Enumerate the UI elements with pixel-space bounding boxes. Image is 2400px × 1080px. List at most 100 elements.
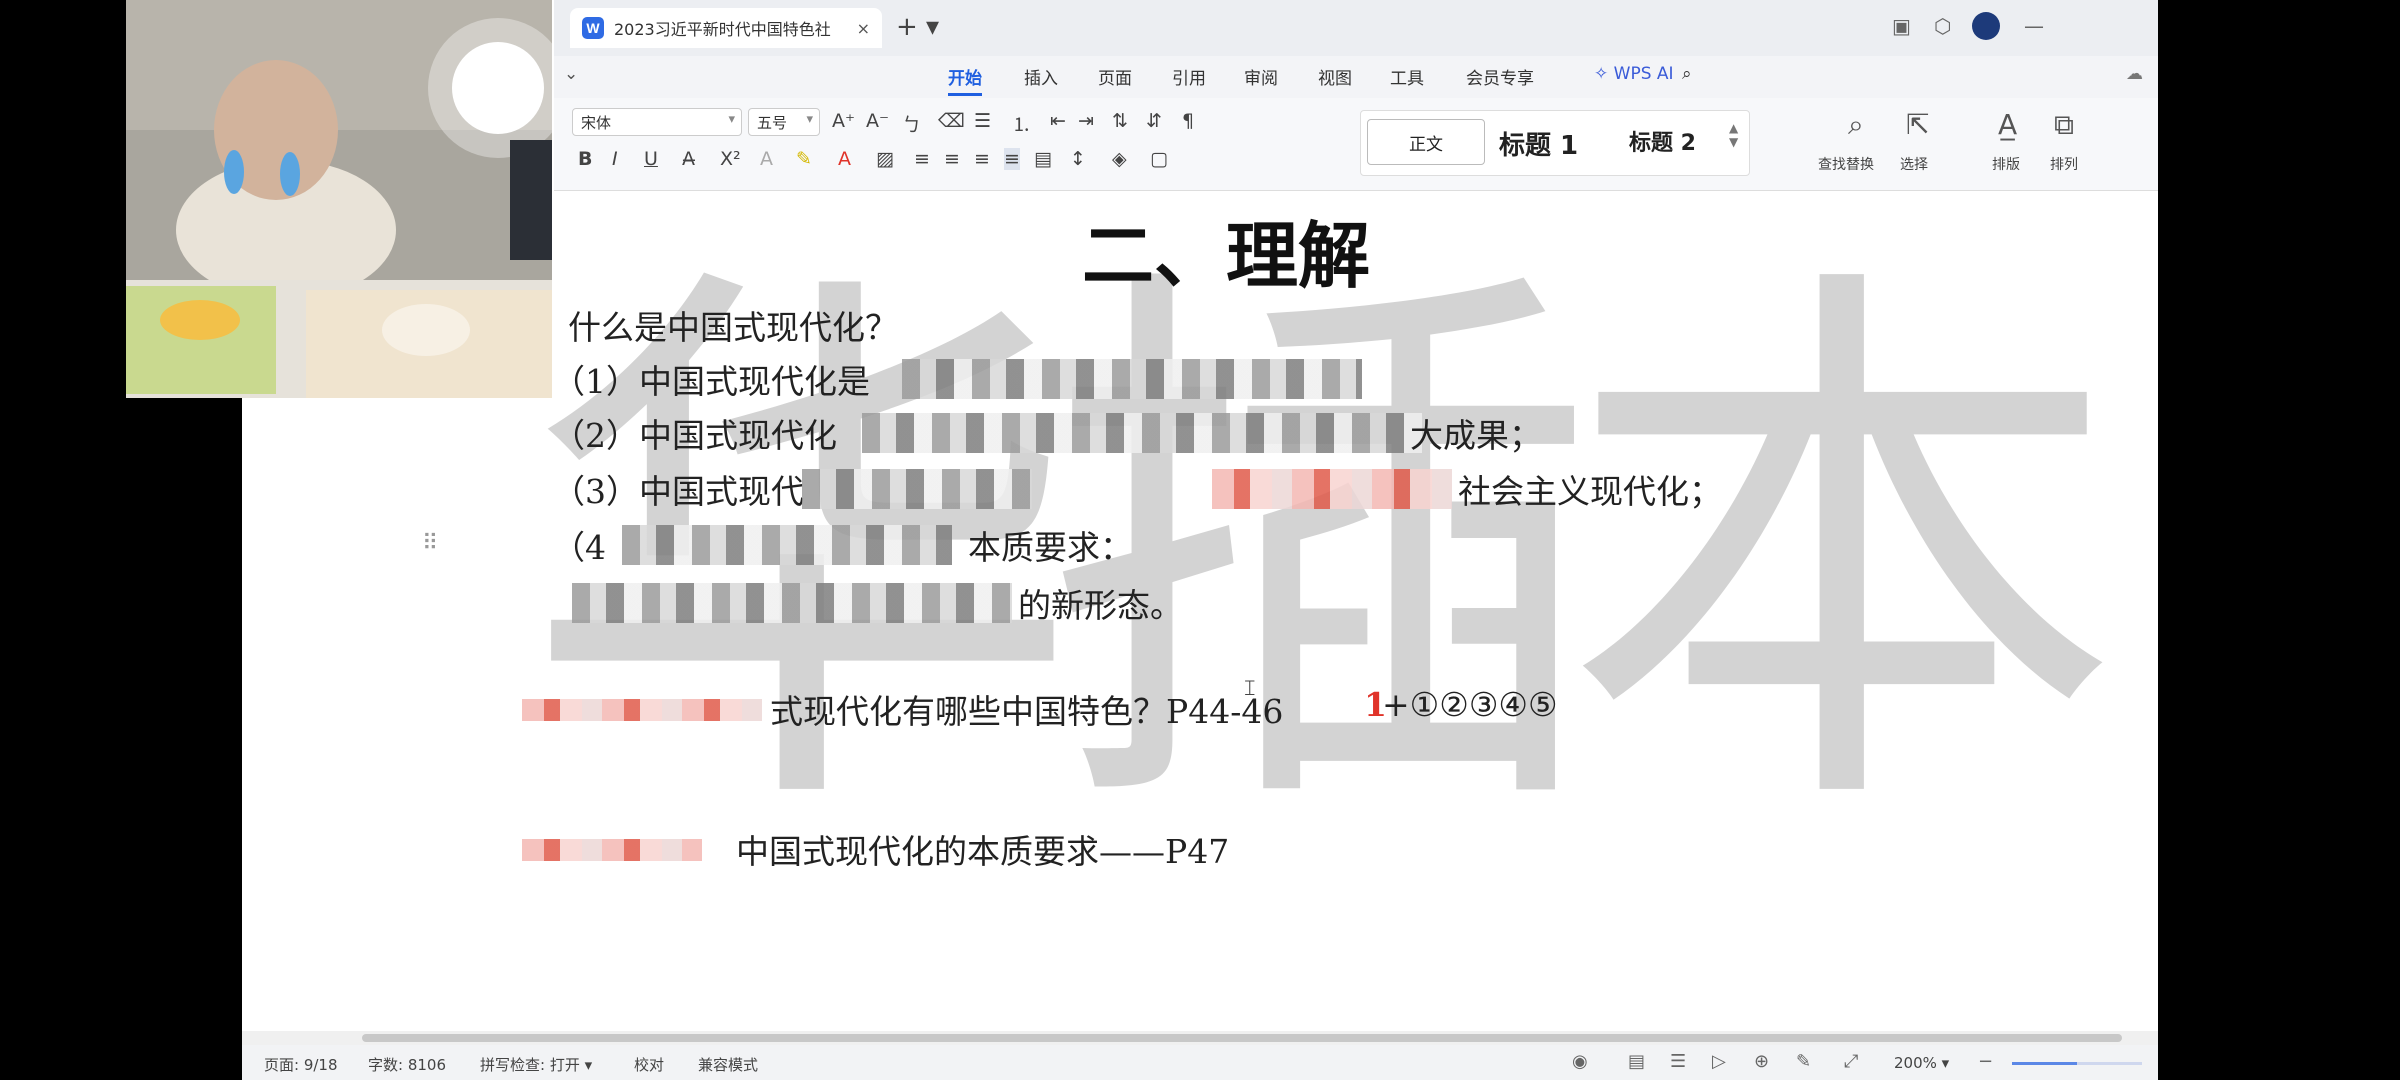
- font-size-select[interactable]: 五号 ▾: [748, 108, 820, 136]
- horizontal-scrollbar[interactable]: [242, 1031, 2158, 1045]
- typeset-button[interactable]: 排版: [1992, 154, 2020, 174]
- circled-numbers: +①②③④⑤: [1382, 685, 1558, 724]
- avatar[interactable]: [1972, 12, 2000, 40]
- menu-item-review[interactable]: 审阅: [1244, 64, 1278, 89]
- redacted-block: [862, 413, 1422, 453]
- page-view-icon[interactable]: ▤: [1628, 1051, 1645, 1072]
- grow-font-icon[interactable]: A⁺: [832, 110, 855, 132]
- justify-icon[interactable]: ≡: [1004, 148, 1020, 170]
- point-3-line: （3）中国式现代: [552, 472, 804, 511]
- text-effect-icon[interactable]: A: [760, 148, 773, 170]
- point-1-line: （1）中国式现代化是: [552, 362, 870, 401]
- document-tab-title: 2023习近平新时代中国特色社: [614, 20, 831, 39]
- zoom-slider-fill: [2012, 1062, 2077, 1065]
- underline-icon[interactable]: U: [644, 148, 658, 170]
- menu-item-wps-ai[interactable]: ✧ WPS AI: [1594, 64, 1674, 84]
- line-spacing-icon[interactable]: ↕: [1070, 148, 1086, 170]
- search-icon[interactable]: ⌕: [1682, 64, 1692, 84]
- redacted-block: [1212, 469, 1452, 509]
- select-cursor-icon[interactable]: ⇱: [1906, 108, 1929, 141]
- new-tab-button[interactable]: + ▾: [896, 12, 939, 42]
- point-2-tail: 大成果；: [1410, 416, 1542, 455]
- ribbon-toolbar: 宋体 ▾ 五号 ▾ A⁺ A⁻ ㄅ ⌫ ☰ ⒈ ⇤ ⇥ ⇅ ⇵ ¶ B I U A̶…: [554, 98, 2158, 191]
- style-normal[interactable]: 正文: [1367, 119, 1485, 165]
- shading-icon[interactable]: ◈: [1112, 148, 1127, 170]
- redacted-block: [522, 839, 702, 861]
- play-icon[interactable]: ▷: [1712, 1051, 1726, 1072]
- point-4-tail: 的新形态。: [1018, 586, 1183, 625]
- menu-item-insert[interactable]: 插入: [1024, 64, 1058, 89]
- bold-icon[interactable]: B: [578, 148, 592, 170]
- menu-item-member[interactable]: 会员专享: [1466, 64, 1534, 89]
- phonetic-icon[interactable]: ㄅ: [902, 110, 921, 137]
- word-count[interactable]: 字数: 8106: [368, 1054, 446, 1075]
- shrink-font-icon[interactable]: A⁻: [866, 110, 889, 132]
- menu-item-tools[interactable]: 工具: [1390, 64, 1424, 89]
- status-bar: 页面: 9/18 字数: 8106 拼写检查: 打开 ▾ 校对 兼容模式 ◉ ▤…: [242, 1045, 2158, 1080]
- text-direction-icon[interactable]: ⇅: [1112, 110, 1128, 132]
- page-indicator[interactable]: 页面: 9/18: [264, 1054, 338, 1075]
- eye-icon[interactable]: ◉: [1572, 1051, 1588, 1072]
- font-color-icon[interactable]: A: [838, 148, 851, 170]
- essence-line: 中国式现代化的本质要求——P47: [736, 832, 1230, 871]
- align-right-icon[interactable]: ≡: [974, 148, 990, 170]
- select-button[interactable]: 选择: [1900, 154, 1928, 174]
- point-2-line: （2）中国式现代化: [552, 416, 837, 455]
- minimize-button[interactable]: —: [2024, 14, 2044, 38]
- style-scroll-icon[interactable]: ▲ ▼: [1729, 121, 1738, 149]
- distribute-icon[interactable]: ▤: [1034, 148, 1052, 170]
- cloud-icon[interactable]: ☁: [2126, 64, 2143, 84]
- spell-check-toggle[interactable]: 拼写检查: 打开 ▾: [480, 1054, 592, 1075]
- collapse-chevron-icon[interactable]: ⌄: [564, 64, 578, 84]
- italic-icon[interactable]: I: [612, 148, 618, 170]
- style-gallery: 正文 标题 1 标题 2 ▲ ▼: [1360, 110, 1750, 176]
- zoom-out-icon[interactable]: −: [1978, 1051, 1993, 1072]
- drag-handle-icon[interactable]: ⠿: [422, 531, 438, 556]
- find-replace-icon[interactable]: ⌕: [1848, 108, 1864, 142]
- menu-item-start[interactable]: 开始: [948, 64, 982, 96]
- find-replace-button[interactable]: 查找替换: [1818, 154, 1874, 174]
- superscript-icon[interactable]: X²: [720, 148, 741, 170]
- show-marks-icon[interactable]: ¶: [1182, 110, 1194, 132]
- feature-question-line: 式现代化有哪些中国特色？P44-46: [770, 692, 1284, 731]
- arrange-button[interactable]: 排列: [2050, 154, 2078, 174]
- webcam-overlay: [126, 0, 552, 398]
- highlight-icon[interactable]: ✎: [796, 148, 812, 170]
- point-3-tail: 社会主义现代化；: [1458, 472, 1722, 511]
- align-left-icon[interactable]: ≡: [914, 148, 930, 170]
- style-heading-1[interactable]: 标题 1: [1499, 125, 1578, 162]
- border-icon[interactable]: ▢: [1150, 148, 1168, 170]
- outline-view-icon[interactable]: ☰: [1670, 1051, 1686, 1072]
- arrange-icon[interactable]: ⧉: [2054, 108, 2074, 142]
- close-tab-icon[interactable]: ×: [857, 19, 870, 38]
- style-heading-2[interactable]: 标题 2: [1629, 125, 1696, 157]
- clear-format-icon[interactable]: ⌫: [938, 110, 965, 132]
- fit-screen-icon[interactable]: ⤢: [1844, 1051, 1858, 1072]
- font-name-select[interactable]: 宋体 ▾: [572, 108, 742, 136]
- typeset-icon[interactable]: A̲: [1998, 108, 2017, 141]
- web-view-icon[interactable]: ⊕: [1754, 1051, 1769, 1072]
- zoom-slider[interactable]: [2012, 1062, 2142, 1065]
- redacted-block: [572, 583, 1012, 623]
- scrollbar-thumb[interactable]: [362, 1034, 2122, 1042]
- cube-icon[interactable]: ⬡: [1934, 14, 1951, 38]
- redacted-block: [622, 525, 952, 565]
- document-tab[interactable]: W 2023习近平新时代中国特色社 ×: [570, 8, 882, 48]
- redacted-block: [522, 699, 762, 721]
- pen-icon[interactable]: ✎: [1796, 1051, 1811, 1072]
- strikethrough-icon[interactable]: A̶: [682, 148, 695, 170]
- zoom-level[interactable]: 200% ▾: [1894, 1054, 1949, 1072]
- menu-item-reference[interactable]: 引用: [1172, 64, 1206, 89]
- char-shading-icon[interactable]: ▨: [876, 148, 894, 170]
- menu-item-view[interactable]: 视图: [1318, 64, 1352, 89]
- layout-icon[interactable]: ▣: [1892, 14, 1911, 38]
- sort-icon[interactable]: ⇵: [1146, 110, 1162, 132]
- increase-indent-icon[interactable]: ⇥: [1078, 110, 1094, 132]
- decrease-indent-icon[interactable]: ⇤: [1050, 110, 1066, 132]
- menu-item-page[interactable]: 页面: [1098, 64, 1132, 89]
- bullet-list-icon[interactable]: ☰: [974, 110, 991, 132]
- align-center-icon[interactable]: ≡: [944, 148, 960, 170]
- numbered-list-icon[interactable]: ⒈: [1012, 110, 1031, 137]
- chevron-down-icon: ▾: [806, 112, 813, 127]
- proofread-button[interactable]: 校对: [634, 1054, 664, 1075]
